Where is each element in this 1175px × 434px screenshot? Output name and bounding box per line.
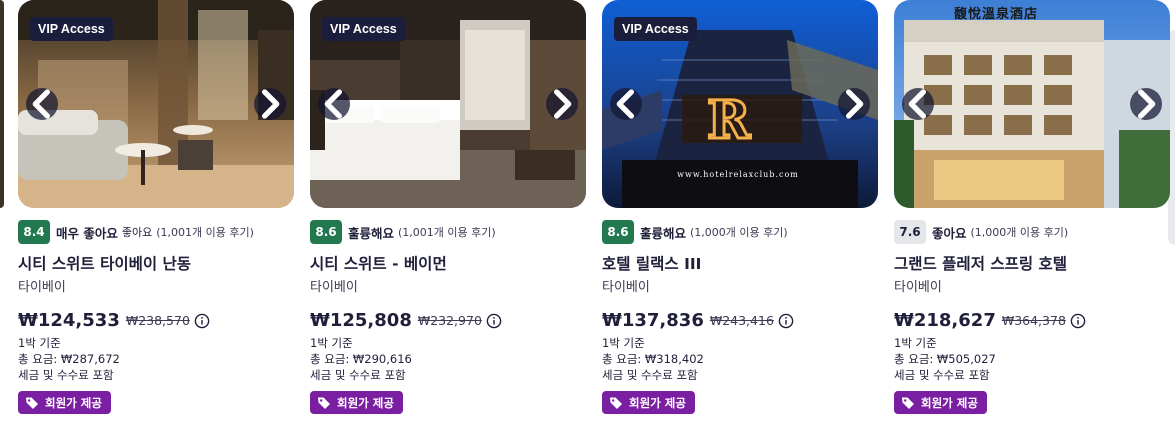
previous-photo-button[interactable] [902,88,934,120]
next-photo-button[interactable] [838,88,870,120]
hotel-photo[interactable]: R VIP Access www.hotelrelaxclub.com [602,0,878,208]
chevron-right-icon [262,89,280,119]
review-count: (1,001개 이용 후기) [398,226,496,239]
svg-text:R: R [707,90,751,151]
rating-sublabel: 좋아요 [121,226,153,239]
rating-row: 8.6 훌륭해요 (1,001개 이용 후기) [310,220,496,244]
info-icon[interactable] [778,313,794,329]
taxes-note: 세금 및 수수료 포함 [310,368,406,382]
current-price: ₩137,836 [602,310,704,331]
chevron-left-icon [616,89,634,119]
info-icon[interactable] [1070,313,1086,329]
total-price: 총 요금: ₩505,027 [894,352,996,366]
original-price: ₩238,570 [125,313,190,328]
next-photo-button[interactable] [254,88,286,120]
vip-access-badge: VIP Access [30,17,113,41]
vip-access-badge: VIP Access [614,17,697,41]
review-score: 7.6 [894,220,926,244]
total-price: 총 요금: ₩318,402 [602,352,704,366]
review-count: (1,000개 이용 후기) [690,226,788,239]
total-price: 총 요금: ₩290,616 [310,352,412,366]
tag-icon [317,396,331,410]
hotel-location: 타이베이 [602,280,650,295]
hotel-card[interactable]: 馥悅溫泉酒店 7.6 좋아요 (1,000개 이용 후기) 그랜드 플레저 스프… [894,0,1170,434]
tag-icon [901,396,915,410]
per-night-note: 1박 기준 [310,336,353,350]
hotel-card[interactable]: VIP Access 8.6 훌륭해요 (1,001개 이용 후기) 시티 스위… [310,0,586,434]
total-price: 총 요금: ₩287,672 [18,352,120,366]
next-photo-button[interactable] [1130,88,1162,120]
member-price-badge: 회원가 제공 [310,391,403,414]
taxes-note: 세금 및 수수료 포함 [602,368,698,382]
member-price-label: 회원가 제공 [921,395,978,410]
price-row: ₩125,808 ₩232,970 [310,310,502,331]
member-price-badge: 회원가 제공 [602,391,695,414]
rating-row: 8.4 매우 좋아요 좋아요 (1,001개 이용 후기) [18,220,254,244]
info-icon[interactable] [486,313,502,329]
hotel-photo[interactable]: VIP Access [310,0,586,208]
hotel-photo[interactable]: 馥悅溫泉酒店 [894,0,1170,208]
price-row: ₩124,533 ₩238,570 [18,310,210,331]
hotel-name[interactable]: 시티 스위트 타이베이 난동 [18,252,191,274]
taxes-note: 세금 및 수수료 포함 [18,368,114,382]
chevron-left-icon [324,89,342,119]
building-image [894,0,1170,208]
per-night-note: 1박 기준 [602,336,645,350]
photo-signage-text: 馥悅溫泉酒店 [954,7,1039,22]
current-price: ₩218,627 [894,310,996,331]
original-price: ₩232,970 [417,313,482,328]
info-icon[interactable] [194,313,210,329]
current-price: ₩125,808 [310,310,412,331]
next-photo-button[interactable] [546,88,578,120]
hotel-name[interactable]: 시티 스위트 - 베이먼 [310,252,447,274]
hotel-card[interactable]: VIP Access 8.4 매우 좋아요 좋아요 (1,001개 이용 후기)… [18,0,294,434]
member-price-label: 회원가 제공 [337,395,394,410]
hotel-location: 타이베이 [18,280,66,295]
member-price-label: 회원가 제공 [45,395,102,410]
hotel-location: 타이베이 [894,280,942,295]
chevron-left-icon [908,89,926,119]
previous-photo-button[interactable] [318,88,350,120]
taxes-note: 세금 및 수수료 포함 [894,368,990,382]
review-count: (1,000개 이용 후기) [970,226,1069,239]
chevron-right-icon [1138,89,1156,119]
tag-icon [609,396,623,410]
per-night-note: 1박 기준 [18,336,61,350]
hotel-photo[interactable]: VIP Access [18,0,294,208]
vip-access-badge: VIP Access [322,17,405,41]
hotel-location: 타이베이 [310,280,358,295]
tag-icon [25,396,39,410]
price-row: ₩218,627 ₩364,378 [894,310,1086,331]
review-score: 8.6 [310,220,342,244]
current-price: ₩124,533 [18,310,120,331]
member-price-badge: 회원가 제공 [18,391,111,414]
review-score: 8.4 [18,220,50,244]
hotel-name[interactable]: 호텔 릴랙스 III [602,252,701,274]
chevron-right-icon [846,89,864,119]
rating-row: 8.6 훌륭해요 (1,000개 이용 후기) [602,220,788,244]
per-night-note: 1박 기준 [894,336,937,350]
chevron-left-icon [32,89,50,119]
previous-photo-button[interactable] [26,88,58,120]
rating-label: 좋아요 [932,225,967,241]
previous-photo-button[interactable] [610,88,642,120]
member-price-badge: 회원가 제공 [894,391,987,414]
photo-signage-text: www.hotelrelaxclub.com [677,170,799,179]
member-price-label: 회원가 제공 [629,395,686,410]
original-price: ₩243,416 [709,313,774,328]
rating-label: 훌륭해요 [348,225,395,241]
review-count: (1,001개 이용 후기) [156,226,254,239]
rating-label: 매우 좋아요 [56,225,118,241]
review-score: 8.6 [602,220,634,244]
chevron-right-icon [554,89,572,119]
previous-card-edge [0,0,4,208]
rating-row: 7.6 좋아요 (1,000개 이용 후기) [894,220,1068,244]
original-price: ₩364,378 [1001,313,1066,328]
hotel-name[interactable]: 그랜드 플레저 스프링 호텔 [894,252,1067,274]
price-row: ₩137,836 ₩243,416 [602,310,794,331]
hotel-card[interactable]: R VIP Access www.hotelrelaxclub.com 8.6 … [602,0,878,434]
rating-label: 훌륭해요 [640,225,687,241]
